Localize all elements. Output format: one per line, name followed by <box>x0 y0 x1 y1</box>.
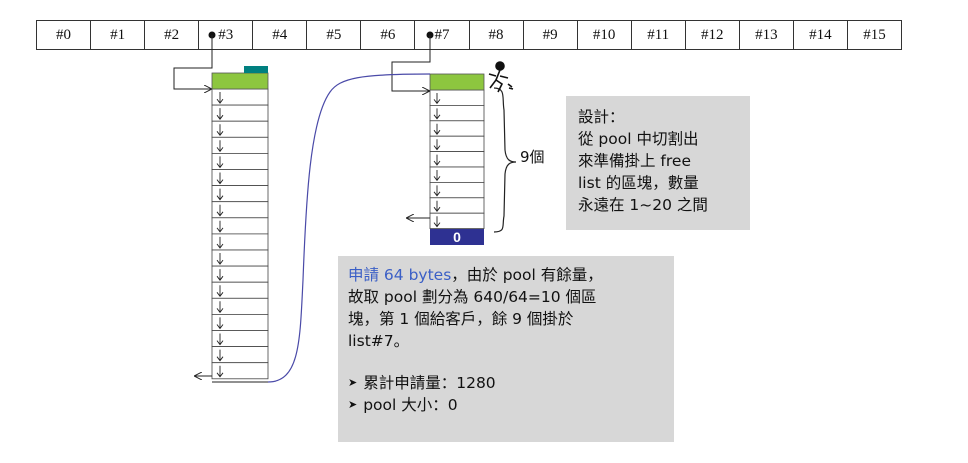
request-size-highlight: 申請 64 bytes <box>348 266 452 284</box>
list3-chain <box>211 88 269 380</box>
zero-block-label: 0 <box>453 229 461 245</box>
memory-block <box>429 120 485 137</box>
nine-blocks-brace <box>493 87 517 233</box>
memory-block <box>429 105 485 122</box>
pool-size: pool 大小：0 <box>363 396 458 414</box>
nine-count-label: 9個 <box>520 148 545 166</box>
design-note-line: list 的區塊，數量 <box>578 174 699 192</box>
memory-block <box>429 89 485 106</box>
total-requested: 累計申請量：1280 <box>363 374 496 392</box>
design-note-line: 來準備掛上 free <box>578 152 691 170</box>
info-note: 申請 64 bytes，由於 pool 有餘量， 故取 pool 劃分為 640… <box>338 256 674 442</box>
bullet-arrow-icon: ➤ <box>348 376 358 389</box>
list3-teal-marker <box>244 66 268 73</box>
memory-block <box>429 151 485 168</box>
info-line-2: 故取 pool 劃分為 640/64=10 個區 <box>348 288 597 306</box>
memory-block <box>429 166 485 183</box>
memory-block <box>429 135 485 152</box>
memory-block <box>429 181 485 199</box>
list7-pointer-line <box>391 35 431 91</box>
stats-list: ➤ 累計申請量：1280 ➤ pool 大小：0 <box>348 372 674 416</box>
design-note-line: 設計： <box>578 108 625 126</box>
list3-head-block <box>211 72 269 90</box>
design-note: 設計： 從 pool 中切割出 來準備掛上 free list 的區塊，數量 永… <box>566 96 750 230</box>
bullet-arrow-icon: ➤ <box>348 398 358 411</box>
list3-pointer-line <box>173 35 213 89</box>
design-note-line: 從 pool 中切割出 <box>578 130 699 148</box>
design-note-line: 永遠在 1~20 之間 <box>578 196 708 214</box>
memory-block <box>429 197 485 214</box>
memory-block <box>429 212 485 229</box>
person-icon <box>488 61 514 93</box>
stat-item: ➤ pool 大小：0 <box>348 394 674 416</box>
info-line-1-rest: ，由於 pool 有餘量， <box>451 266 603 284</box>
info-line-4: list#7。 <box>348 332 410 350</box>
list7-chain <box>429 89 485 229</box>
info-line-3: 塊，第 1 個給客戶，餘 9 個掛於 <box>348 310 574 328</box>
stat-item: ➤ 累計申請量：1280 <box>348 372 674 394</box>
list7-head-block <box>429 73 485 91</box>
info-line-1: 申請 64 bytes，由於 pool 有餘量， <box>348 264 674 286</box>
